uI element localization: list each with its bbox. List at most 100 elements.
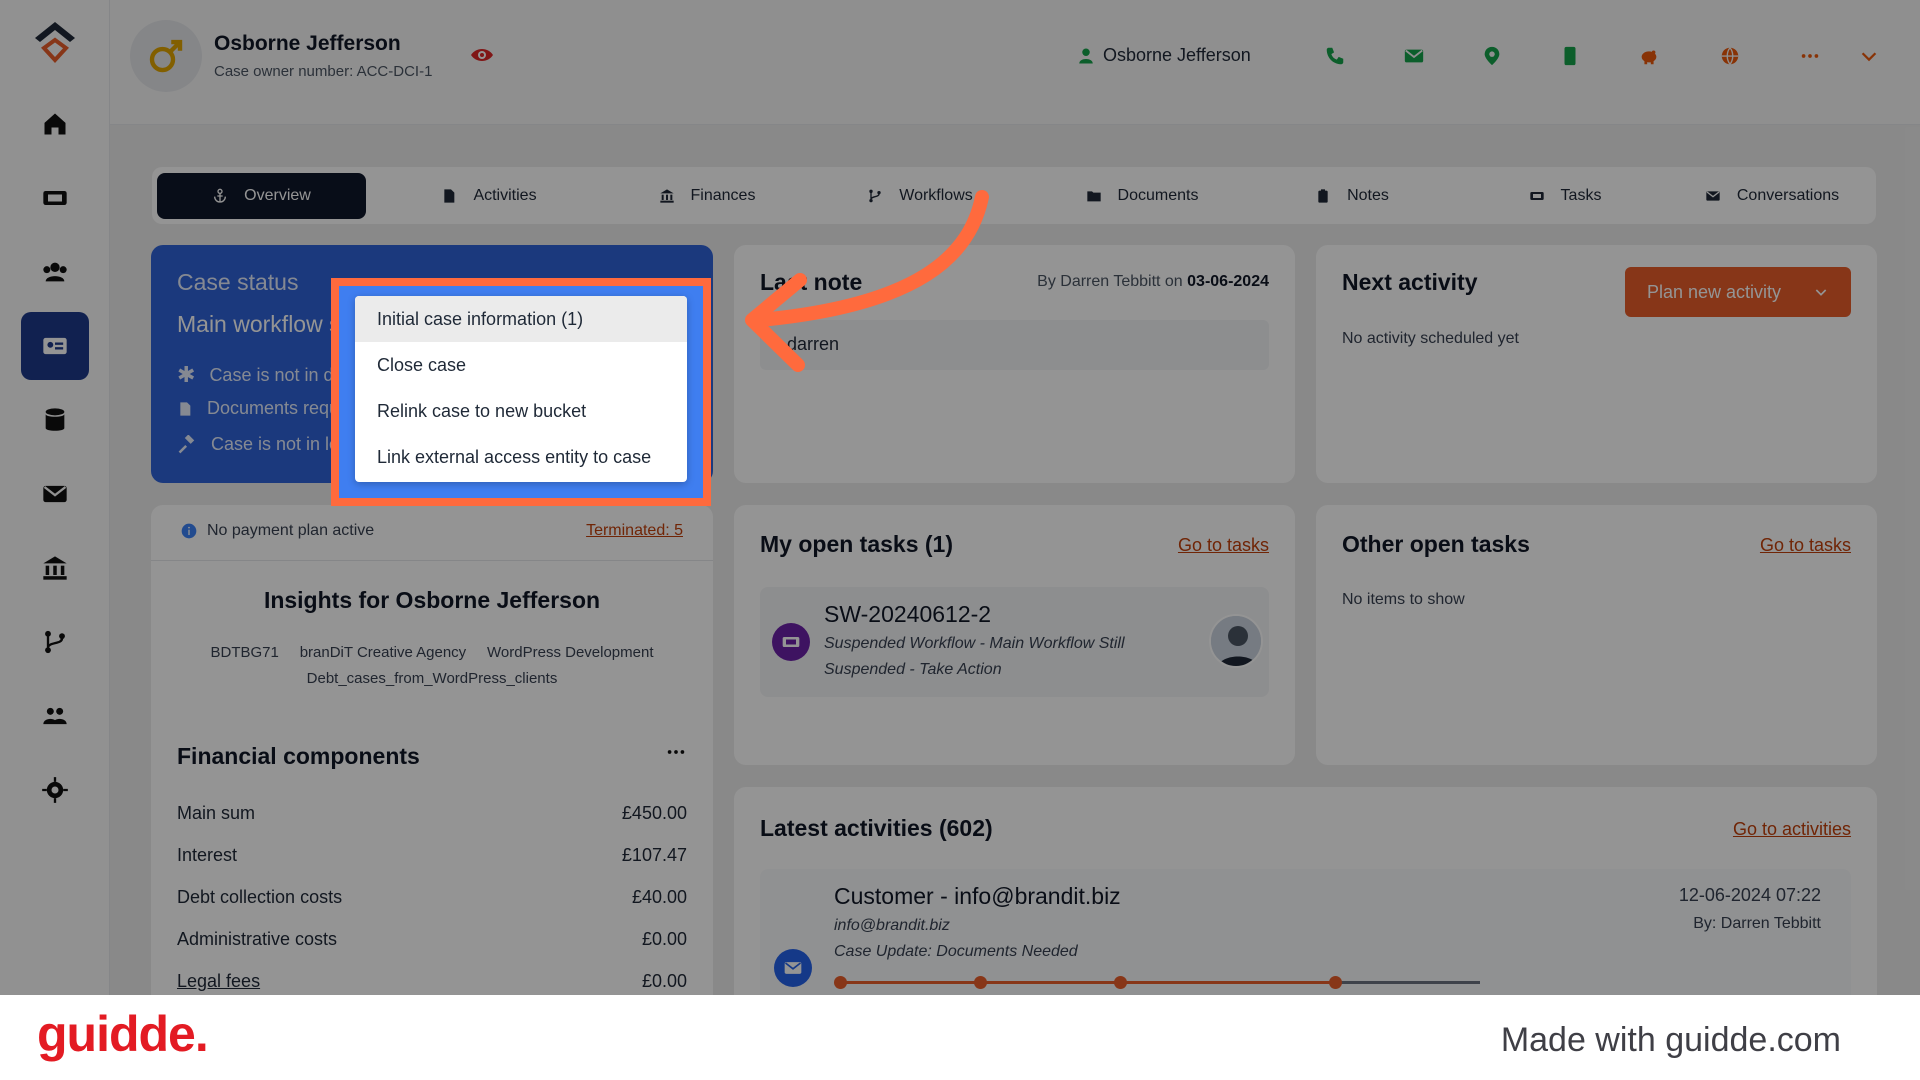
tab-label: Conversations — [1736, 187, 1840, 204]
person-icon — [1079, 48, 1093, 63]
document-icon — [180, 401, 191, 416]
tab-label: Tasks — [1560, 187, 1602, 204]
activity-title: Customer - info@brandit.biz — [834, 883, 1121, 909]
globe-icon — [1721, 47, 1739, 66]
eye-icon[interactable] — [470, 45, 494, 65]
tab-overview[interactable]: Overview — [157, 173, 366, 219]
case-status-title: Case status — [177, 269, 299, 295]
financial-row: Debt collection costs £40.00 — [177, 887, 687, 929]
legal-fees-link[interactable]: Legal fees — [177, 971, 260, 995]
case-owner-number: Case owner number: ACC-DCI-1 — [214, 63, 433, 80]
menu-item-close-case[interactable]: Close case — [355, 342, 687, 388]
tab-documents[interactable]: Documents — [1052, 173, 1232, 219]
email-button[interactable] — [1402, 44, 1426, 68]
bank-icon — [659, 189, 674, 203]
chevron-down-icon — [1861, 52, 1877, 62]
users-icon — [43, 262, 67, 282]
tag: Debt_cases_from_WordPress_clients — [306, 670, 558, 687]
piggy-bank-button[interactable] — [1637, 44, 1661, 68]
folder-icon — [1086, 191, 1101, 202]
more-button[interactable] — [1798, 44, 1822, 68]
case-header: Osborne Jefferson Case owner number: ACC… — [110, 0, 1920, 125]
envelope-icon — [1404, 49, 1424, 63]
go-to-tasks-link[interactable]: Go to tasks — [1178, 535, 1269, 556]
tab-activities[interactable]: Activities — [414, 173, 564, 219]
id-card-icon — [43, 337, 67, 355]
ticket-icon — [782, 637, 800, 647]
top-person-name: Osborne Jefferson — [1103, 45, 1251, 65]
database-icon — [45, 408, 65, 431]
activity-type-badge — [774, 949, 812, 987]
timeline-dot — [834, 976, 847, 989]
menu-item-relink-case[interactable]: Relink case to new bucket — [355, 388, 687, 434]
timeline-dot — [1329, 976, 1342, 989]
globe-button[interactable] — [1718, 44, 1742, 68]
status-row: Case is not in leg — [177, 434, 349, 455]
tab-notes[interactable]: Notes — [1287, 173, 1417, 219]
financial-row: Legal fees £0.00 — [177, 971, 687, 995]
made-with-text: Made with guidde.com — [1500, 1021, 1841, 1059]
financial-row: Main sum £450.00 — [177, 803, 687, 845]
menu-item-initial-case-information[interactable]: Initial case information (1) — [355, 296, 687, 342]
activity-item[interactable]: Customer - info@brandit.biz info@brandit… — [760, 869, 1851, 995]
sidebar-item-workflows[interactable] — [21, 608, 89, 676]
owner-name: Osborne Jefferson — [214, 32, 401, 55]
envelope-icon — [784, 962, 802, 974]
sidebar-item-finance[interactable] — [21, 534, 89, 602]
case-actions-dropdown: Initial case information (1) Close case … — [355, 296, 687, 482]
menu-item-link-external-access[interactable]: Link external access entity to case — [355, 434, 687, 480]
sidebar-item-tickets[interactable] — [21, 164, 89, 232]
task-id: SW-20240612-2 — [824, 601, 992, 627]
tab-bar: Overview Activities Finances Workflows D… — [152, 167, 1876, 224]
plan-new-activity-label: Plan new activity — [1647, 281, 1782, 302]
tab-label: Notes — [1347, 187, 1389, 204]
map-pin-icon — [1484, 46, 1500, 66]
tab-tasks[interactable]: Tasks — [1500, 173, 1630, 219]
sidebar-item-teams[interactable] — [21, 682, 89, 750]
document-icon — [444, 189, 455, 203]
branch-icon — [45, 630, 65, 654]
financial-value: £40.00 — [631, 887, 687, 907]
bank-icon — [43, 556, 67, 580]
financial-more-button[interactable] — [665, 741, 687, 768]
ticket-icon — [43, 191, 67, 205]
location-button[interactable] — [1480, 44, 1504, 68]
top-person[interactable]: Osborne Jefferson — [1077, 45, 1251, 66]
activity-timeline-progress — [840, 981, 1335, 984]
expand-button[interactable] — [1857, 44, 1881, 68]
mobile-button[interactable] — [1558, 44, 1582, 68]
sidebar-item-contacts[interactable] — [21, 238, 89, 306]
plan-new-activity-button[interactable]: Plan new activity — [1625, 267, 1851, 317]
piggy-bank-icon — [1641, 50, 1657, 65]
go-to-activities-link[interactable]: Go to activities — [1733, 819, 1851, 840]
pointer-arrow-icon — [745, 190, 989, 372]
last-note-meta: By Darren Tebbitt on 03-06-2024 — [1037, 273, 1269, 291]
tab-label: Activities — [473, 187, 537, 204]
go-to-tasks-link[interactable]: Go to tasks — [1760, 535, 1851, 556]
task-item[interactable]: SW-20240612-2 Suspended Workflow - Main … — [760, 587, 1269, 697]
my-open-tasks-card: My open tasks (1) Go to tasks SW-2024061… — [734, 505, 1295, 765]
financial-row: Interest £107.47 — [177, 845, 687, 887]
next-activity-title: Next activity — [1342, 269, 1478, 295]
sidebar-item-settings[interactable] — [21, 756, 89, 824]
sidebar-item-mail[interactable] — [21, 460, 89, 528]
ticket-icon — [1529, 192, 1544, 200]
footer: guidde. Made with guidde.com — [0, 995, 1920, 1080]
other-open-tasks-title: Other open tasks — [1342, 531, 1530, 557]
phone-button[interactable] — [1323, 44, 1347, 68]
status-row-text: Case is not in leg — [211, 434, 350, 454]
sidebar-item-cases[interactable] — [21, 312, 89, 380]
terminated-link[interactable]: Terminated: 5 — [586, 522, 683, 540]
sidebar — [0, 0, 110, 995]
financial-label: Interest — [177, 845, 238, 865]
gavel-icon — [178, 434, 195, 453]
sidebar-item-database[interactable] — [21, 386, 89, 454]
no-activity-text: No activity scheduled yet — [1342, 330, 1519, 347]
sidebar-item-home[interactable] — [21, 90, 89, 158]
financial-label: Main sum — [177, 803, 256, 823]
gear-icon — [42, 777, 68, 803]
insights-title: Insights for Osborne Jefferson — [263, 587, 601, 613]
financial-table: Main sum £450.00 Interest £107.47 Debt c… — [177, 803, 687, 995]
tab-conversations[interactable]: Conversations — [1682, 173, 1862, 219]
asterisk-icon: ✱ — [177, 362, 196, 387]
